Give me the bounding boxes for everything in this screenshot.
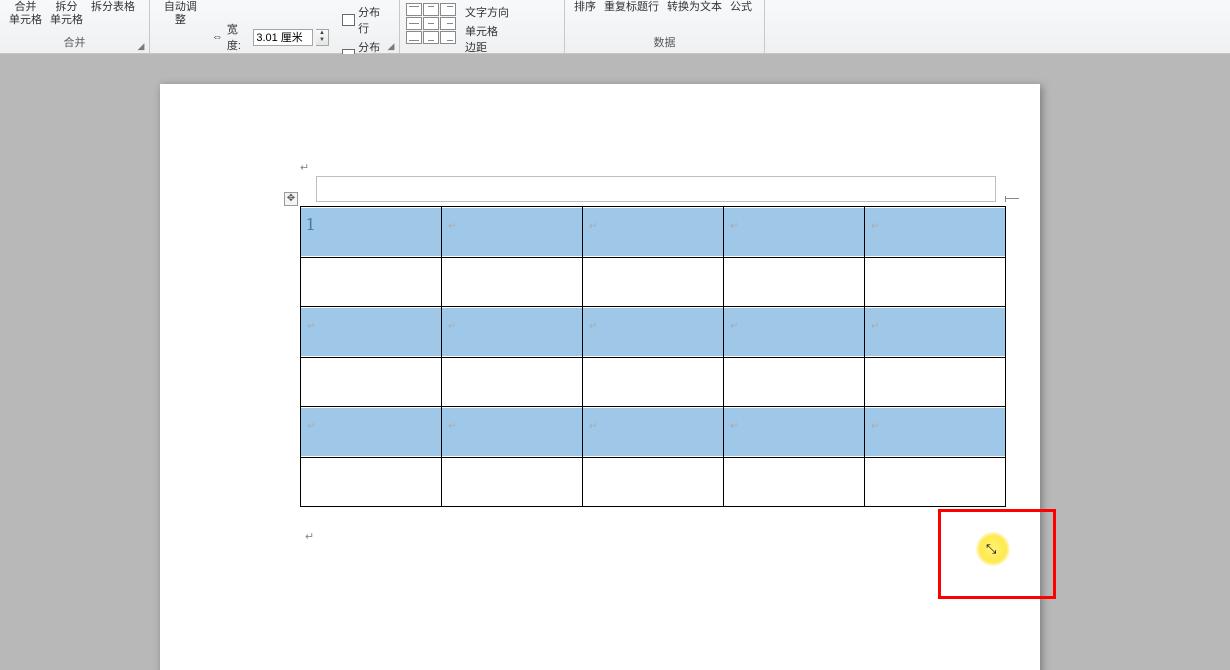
- table-cell[interactable]: ↵: [724, 207, 865, 258]
- table-cell[interactable]: ↵: [865, 207, 1006, 258]
- align-bottom-right[interactable]: [440, 31, 456, 44]
- merge-group-label: 合并: [6, 34, 143, 52]
- split-table-button[interactable]: 拆分表格: [88, 1, 138, 14]
- align-top-right[interactable]: [440, 3, 456, 16]
- merge-cells-button[interactable]: 合并 单元格: [6, 1, 45, 27]
- cell-margins-button[interactable]: 单元格 边距: [462, 22, 512, 56]
- table-cell[interactable]: [724, 258, 865, 307]
- table-cell[interactable]: ↵: [583, 407, 724, 458]
- text-box-above-table[interactable]: [316, 176, 996, 202]
- table-cell[interactable]: ↵: [865, 307, 1006, 358]
- width-spinner[interactable]: ▲▼: [316, 29, 328, 46]
- table-cell[interactable]: [442, 258, 583, 307]
- width-label: 宽度:: [227, 21, 250, 53]
- align-bottom-left[interactable]: [406, 31, 422, 44]
- split-cells-button[interactable]: 拆分 单元格: [47, 1, 86, 27]
- width-input[interactable]: [253, 29, 313, 46]
- paragraph-mark: ↵: [300, 162, 309, 174]
- formula-button[interactable]: 公式: [727, 1, 755, 14]
- sort-button[interactable]: 排序: [571, 1, 599, 14]
- align-middle-center[interactable]: [423, 17, 439, 30]
- autofit-button[interactable]: 自动调整: [156, 1, 205, 27]
- table-cell[interactable]: ↵: [442, 207, 583, 258]
- table-row: 1 ↵ ↵ ↵ ↵: [301, 207, 1006, 258]
- data-group: 排序 重复标题行 转换为文本 公式 数据: [565, 0, 765, 54]
- table-cell[interactable]: [865, 458, 1006, 507]
- width-icon: ⇔: [211, 30, 224, 44]
- table-cell[interactable]: [865, 358, 1006, 407]
- document-area[interactable]: ✥ ↵ 1 ↵ ↵ ↵ ↵: [0, 54, 1230, 670]
- distribute-rows-button[interactable]: 分布行: [339, 3, 393, 37]
- table-cell[interactable]: ↵: [865, 407, 1006, 458]
- table-row: [301, 458, 1006, 507]
- merge-dialog-launcher[interactable]: ◢: [135, 40, 147, 52]
- table-cell[interactable]: [442, 358, 583, 407]
- table-cell[interactable]: [583, 258, 724, 307]
- text-direction-button[interactable]: 文字方向: [462, 3, 512, 21]
- align-middle-right[interactable]: [440, 17, 456, 30]
- cellsize-dialog-launcher[interactable]: ◢: [385, 40, 397, 52]
- ruler-tick: [1005, 198, 1019, 204]
- table-cell[interactable]: ↵: [442, 407, 583, 458]
- table-row: ↵ ↵ ↵ ↵ ↵: [301, 307, 1006, 358]
- repeat-header-button[interactable]: 重复标题行: [601, 1, 662, 14]
- table-cell[interactable]: [724, 458, 865, 507]
- table-cell[interactable]: [865, 258, 1006, 307]
- table-cell[interactable]: [724, 358, 865, 407]
- paragraph-mark-after: ↵: [305, 530, 314, 543]
- table-cell[interactable]: ↵: [583, 307, 724, 358]
- table-cell[interactable]: 1: [301, 207, 442, 258]
- align-top-left[interactable]: [406, 3, 422, 16]
- table-cell[interactable]: [583, 358, 724, 407]
- table-cell[interactable]: ↵: [301, 307, 442, 358]
- align-middle-left[interactable]: [406, 17, 422, 30]
- table-cell[interactable]: [301, 258, 442, 307]
- table-cell[interactable]: [301, 358, 442, 407]
- alignment-grid: [406, 1, 456, 44]
- table-cell[interactable]: ↵: [724, 407, 865, 458]
- page[interactable]: ✥ ↵ 1 ↵ ↵ ↵ ↵: [160, 84, 1040, 670]
- table-cell[interactable]: [301, 458, 442, 507]
- table-cell[interactable]: [442, 458, 583, 507]
- merge-group: 合并 单元格 拆分 单元格 拆分表格 合并 ◢: [0, 0, 150, 54]
- align-bottom-center[interactable]: [423, 31, 439, 44]
- alignment-group: 文字方向 单元格 边距 对齐方式: [400, 0, 565, 54]
- cell-size-group: 自动调整 ⇕高 ⇔ 宽度: ▲▼ 分布行 分布列 单元格大小 ◢: [150, 0, 400, 54]
- align-top-center[interactable]: [423, 3, 439, 16]
- table-cell[interactable]: [583, 458, 724, 507]
- table-row: ↵ ↵ ↵ ↵ ↵: [301, 407, 1006, 458]
- document-table[interactable]: 1 ↵ ↵ ↵ ↵ ↵ ↵ ↵ ↵ ↵: [300, 206, 1006, 507]
- table-row: [301, 258, 1006, 307]
- convert-to-text-button[interactable]: 转换为文本: [664, 1, 725, 14]
- table-cell[interactable]: ↵: [583, 207, 724, 258]
- table-cell[interactable]: ↵: [724, 307, 865, 358]
- ribbon-toolbar: 合并 单元格 拆分 单元格 拆分表格 合并 ◢ 自动调整 ⇕高 ⇔ 宽度:: [0, 0, 1230, 54]
- table-cell[interactable]: ↵: [301, 407, 442, 458]
- table-move-handle[interactable]: ✥: [284, 192, 298, 206]
- table-row: [301, 358, 1006, 407]
- data-group-label: 数据: [571, 34, 758, 52]
- table-cell[interactable]: ↵: [442, 307, 583, 358]
